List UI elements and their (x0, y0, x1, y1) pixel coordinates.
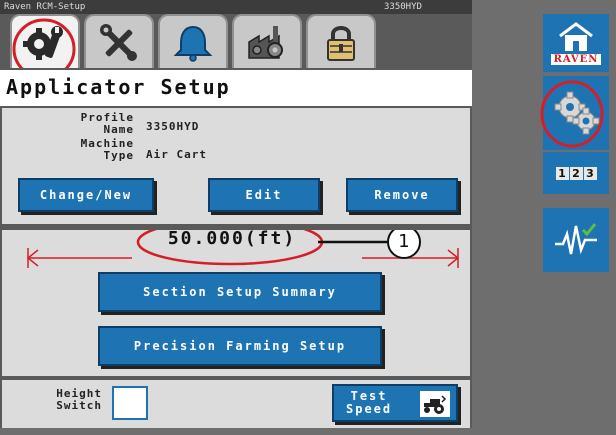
callout-number: 1 (398, 231, 410, 252)
tab-tools[interactable] (84, 14, 154, 70)
tools-icon (100, 24, 137, 61)
bell-icon (173, 25, 213, 62)
profile-panel: Profile Name 3350HYD Machine Type Air Ca… (2, 108, 470, 224)
counter-digit: 2 (569, 166, 583, 180)
height-switch-checkbox[interactable] (112, 386, 148, 420)
model-name: 3350HYD (384, 2, 422, 12)
test-speed-label: Test Speed (346, 390, 392, 416)
change-new-button[interactable]: Change/New (18, 178, 154, 212)
height-switch-label: Height Switch (10, 388, 102, 412)
diagnostics-button[interactable] (543, 208, 609, 272)
title-bar: Raven RCM-Setup 3350HYD (0, 0, 472, 14)
remove-button[interactable]: Remove (346, 178, 458, 212)
counter-button[interactable]: 1 2 3 (543, 152, 609, 194)
profile-name-label: Profile Name (42, 112, 134, 136)
test-speed-button[interactable]: Test Speed (332, 384, 458, 422)
main-area: Raven RCM-Setup 3350HYD Applicator Setup… (0, 0, 472, 428)
test-label-line-2: Speed (346, 402, 393, 416)
precision-farming-setup-button[interactable]: Precision Farming Setup (98, 326, 382, 366)
page-title: Applicator Setup (6, 75, 231, 99)
counter-digit: 3 (583, 166, 597, 180)
machine-label-line-2: Type (103, 149, 134, 162)
screen: Raven RCM-Setup 3350HYD Applicator Setup… (0, 0, 616, 435)
tab-lock[interactable] (306, 14, 376, 70)
page-header: Applicator Setup (0, 68, 472, 106)
tab-machine[interactable] (232, 14, 302, 70)
bottom-panel: Height Switch Test Speed (2, 380, 470, 428)
home-icon (559, 21, 593, 51)
factory-gear-icon (248, 26, 283, 59)
home-button[interactable]: RAVEN (543, 14, 609, 72)
highlight-circle-settings (540, 80, 604, 148)
width-panel: 50.000(ft) 1 Section Setup Summary Preci… (2, 228, 470, 376)
profile-name-value: 3350HYD (146, 120, 200, 133)
padlock-icon (327, 26, 355, 61)
counter-digit: 1 (555, 166, 569, 180)
tab-alarms[interactable] (158, 14, 228, 70)
width-value[interactable]: 50.000(ft) (122, 226, 342, 252)
section-setup-summary-button[interactable]: Section Setup Summary (98, 272, 382, 312)
diagnostics-waveform-icon (555, 223, 597, 255)
app-name: Raven RCM-Setup (4, 2, 86, 12)
machine-type-label: Machine Type (42, 138, 134, 162)
counter-display: 1 2 3 (555, 166, 597, 180)
machine-type-value: Air Cart (146, 148, 207, 161)
raven-logo: RAVEN (550, 53, 602, 65)
tractor-icon (420, 391, 450, 417)
edit-button[interactable]: Edit (208, 178, 320, 212)
profile-label-line-2: Name (103, 123, 134, 136)
height-label-line-2: Switch (56, 399, 102, 412)
